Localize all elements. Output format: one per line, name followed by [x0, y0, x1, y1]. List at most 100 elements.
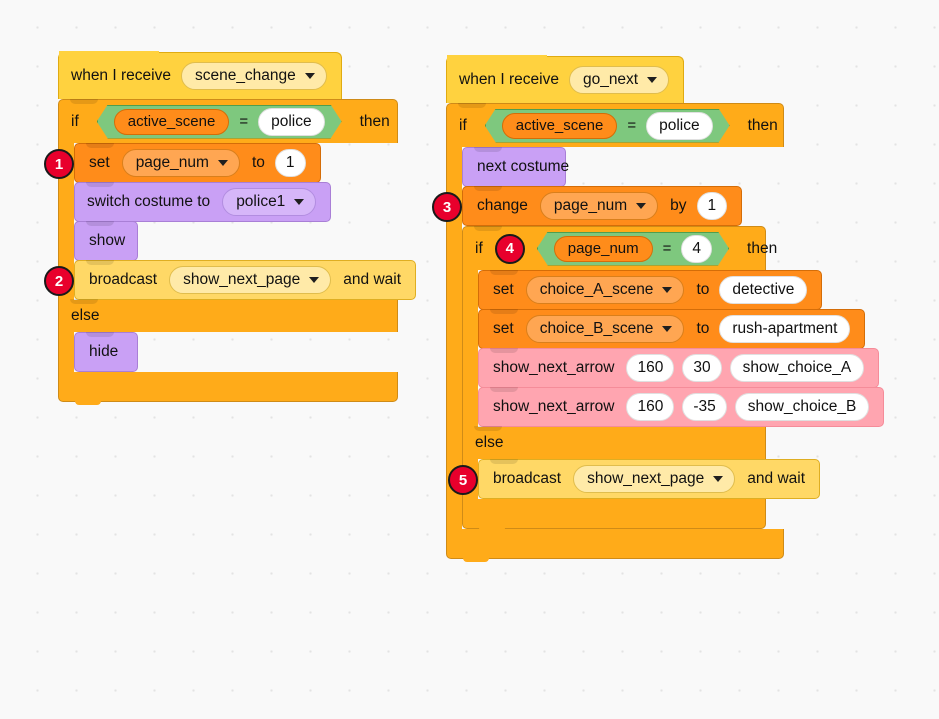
- inner-if-then-branch: set choice_A_scene to detective set choi…: [462, 270, 885, 427]
- outer-if-then-branch: next costume 3 change page_num by 1 if 4…: [432, 147, 885, 532]
- if-condition-row[interactable]: if active_scene = police then: [446, 103, 784, 147]
- equals-operator-block[interactable]: page_num = 4: [537, 232, 729, 266]
- step-badge-3: 3: [432, 192, 462, 222]
- set-label: set: [89, 154, 110, 172]
- inner-if-else-block[interactable]: if 4 page_num = 4 then set choice_A_scen…: [448, 226, 885, 532]
- script-scene-change[interactable]: when I receive scene_change if active_sc…: [44, 30, 417, 405]
- operand-value-input[interactable]: police: [646, 112, 713, 140]
- set-value-input[interactable]: rush-apartment: [719, 315, 851, 343]
- next-costume-block[interactable]: next costume: [462, 147, 569, 187]
- then-label: then: [747, 116, 778, 134]
- inner-if-else-branch: 5 broadcast show_next_page and wait: [448, 459, 884, 499]
- variable-dropdown-page-num[interactable]: page_num: [121, 149, 240, 177]
- set-value-input[interactable]: detective: [719, 276, 808, 304]
- chevron-down-icon: [647, 77, 658, 83]
- set-label: set: [493, 320, 514, 338]
- step-badge-1: 1: [44, 149, 74, 179]
- chevron-down-icon: [662, 326, 673, 332]
- if-else-branch: hide: [58, 332, 416, 372]
- if-label: if: [459, 116, 467, 134]
- event-hat-when-i-receive[interactable]: when I receive scene_change: [58, 51, 342, 99]
- show-next-arrow-block[interactable]: show_next_arrow 160 -35 show_choice_B: [478, 387, 885, 427]
- broadcast-message-dropdown[interactable]: go_next: [568, 66, 670, 94]
- c-block-arm: [58, 332, 74, 372]
- operator-symbol: =: [662, 240, 672, 257]
- hide-label: hide: [89, 343, 119, 361]
- broadcast-message-dropdown[interactable]: show_next_page: [573, 465, 736, 493]
- arg-y[interactable]: -35: [682, 393, 727, 421]
- set-variable-block[interactable]: set choice_B_scene to rush-apartment: [478, 309, 866, 349]
- inner-if-else-footer: [462, 499, 766, 532]
- arg-message[interactable]: show_choice_A: [729, 354, 865, 382]
- switch-costume-label: switch costume to: [87, 193, 211, 211]
- broadcast-message-dropdown[interactable]: show_next_page: [169, 266, 332, 294]
- operator-symbol: =: [239, 113, 249, 130]
- chevron-down-icon: [636, 203, 647, 209]
- script-go-next[interactable]: when I receive go_next if active_scene =…: [432, 34, 885, 562]
- equals-operator-block[interactable]: active_scene = police: [485, 109, 730, 143]
- variable-active-scene[interactable]: active_scene: [114, 109, 230, 135]
- step-badge-2: 2: [44, 266, 74, 296]
- arg-x[interactable]: 160: [626, 354, 675, 382]
- and-wait-label: and wait: [747, 470, 806, 488]
- inner-if-condition-row[interactable]: if 4 page_num = 4 then: [462, 226, 777, 270]
- operator-symbol: =: [627, 117, 637, 134]
- operand-value-input[interactable]: police: [258, 108, 325, 136]
- broadcast-label: broadcast: [89, 271, 158, 289]
- dropdown-value: police1: [236, 193, 286, 210]
- blocks-workspace[interactable]: when I receive scene_change if active_sc…: [0, 0, 939, 719]
- change-value-input[interactable]: 1: [696, 192, 728, 220]
- if-label: if: [475, 239, 483, 257]
- variable-dropdown-choice-b-scene[interactable]: choice_B_scene: [525, 315, 685, 343]
- set-variable-block[interactable]: set choice_A_scene to detective: [478, 270, 823, 310]
- dropdown-value: go_next: [582, 71, 639, 88]
- equals-operator-block[interactable]: active_scene = police: [97, 105, 342, 139]
- arg-y[interactable]: 30: [682, 354, 722, 382]
- inner-else-row[interactable]: else: [462, 426, 766, 459]
- if-condition-row[interactable]: if active_scene = police then: [58, 99, 398, 143]
- operand-value-input[interactable]: 4: [681, 235, 712, 263]
- arg-x[interactable]: 160: [626, 393, 675, 421]
- show-next-arrow-block[interactable]: show_next_arrow 160 30 show_choice_A: [478, 348, 880, 388]
- chevron-down-icon: [294, 199, 305, 205]
- dropdown-value: choice_B_scene: [539, 320, 654, 337]
- then-label: then: [747, 239, 778, 257]
- step-badge-5: 5: [448, 465, 478, 495]
- costume-dropdown[interactable]: police1: [222, 188, 317, 216]
- show-label: show: [89, 232, 126, 250]
- hide-block[interactable]: hide: [74, 332, 138, 372]
- to-label: to: [696, 320, 710, 338]
- dropdown-value: show_next_page: [587, 470, 705, 487]
- to-label: to: [251, 154, 265, 172]
- set-variable-block[interactable]: 1 set page_num to 1: [44, 143, 321, 183]
- show-block[interactable]: show: [74, 221, 138, 261]
- if-label: if: [71, 112, 79, 130]
- else-label: else: [475, 434, 504, 452]
- hat-label: when I receive: [459, 71, 559, 89]
- set-value-input[interactable]: 1: [274, 149, 306, 177]
- broadcast-and-wait-block[interactable]: 2 broadcast show_next_page and wait: [44, 260, 417, 300]
- broadcast-and-wait-block[interactable]: 5 broadcast show_next_page and wait: [448, 459, 821, 499]
- dropdown-value: show_next_page: [183, 271, 301, 288]
- chevron-down-icon: [662, 287, 673, 293]
- set-label: set: [493, 281, 514, 299]
- to-label: to: [696, 281, 710, 299]
- variable-active-scene[interactable]: active_scene: [502, 113, 618, 139]
- variable-dropdown-page-num[interactable]: page_num: [539, 192, 659, 220]
- dropdown-value: page_num: [553, 197, 628, 214]
- if-else-block[interactable]: if active_scene = police then 1 set page…: [44, 99, 417, 405]
- chevron-down-icon: [304, 73, 315, 79]
- else-row[interactable]: else: [58, 299, 398, 332]
- arg-message[interactable]: show_choice_B: [734, 393, 870, 421]
- hat-label: when I receive: [71, 67, 171, 85]
- variable-dropdown-choice-a-scene[interactable]: choice_A_scene: [525, 276, 685, 304]
- change-variable-block[interactable]: 3 change page_num by 1: [432, 186, 743, 226]
- custom-block-label: show_next_arrow: [493, 359, 615, 377]
- dropdown-value: scene_change: [194, 67, 296, 84]
- variable-page-num[interactable]: page_num: [554, 236, 653, 262]
- switch-costume-block[interactable]: switch costume to police1: [74, 182, 332, 222]
- broadcast-label: broadcast: [493, 470, 562, 488]
- broadcast-message-dropdown[interactable]: scene_change: [180, 62, 327, 90]
- event-hat-when-i-receive[interactable]: when I receive go_next: [446, 55, 685, 103]
- outer-if-else-block[interactable]: if active_scene = police then next costu…: [432, 103, 885, 562]
